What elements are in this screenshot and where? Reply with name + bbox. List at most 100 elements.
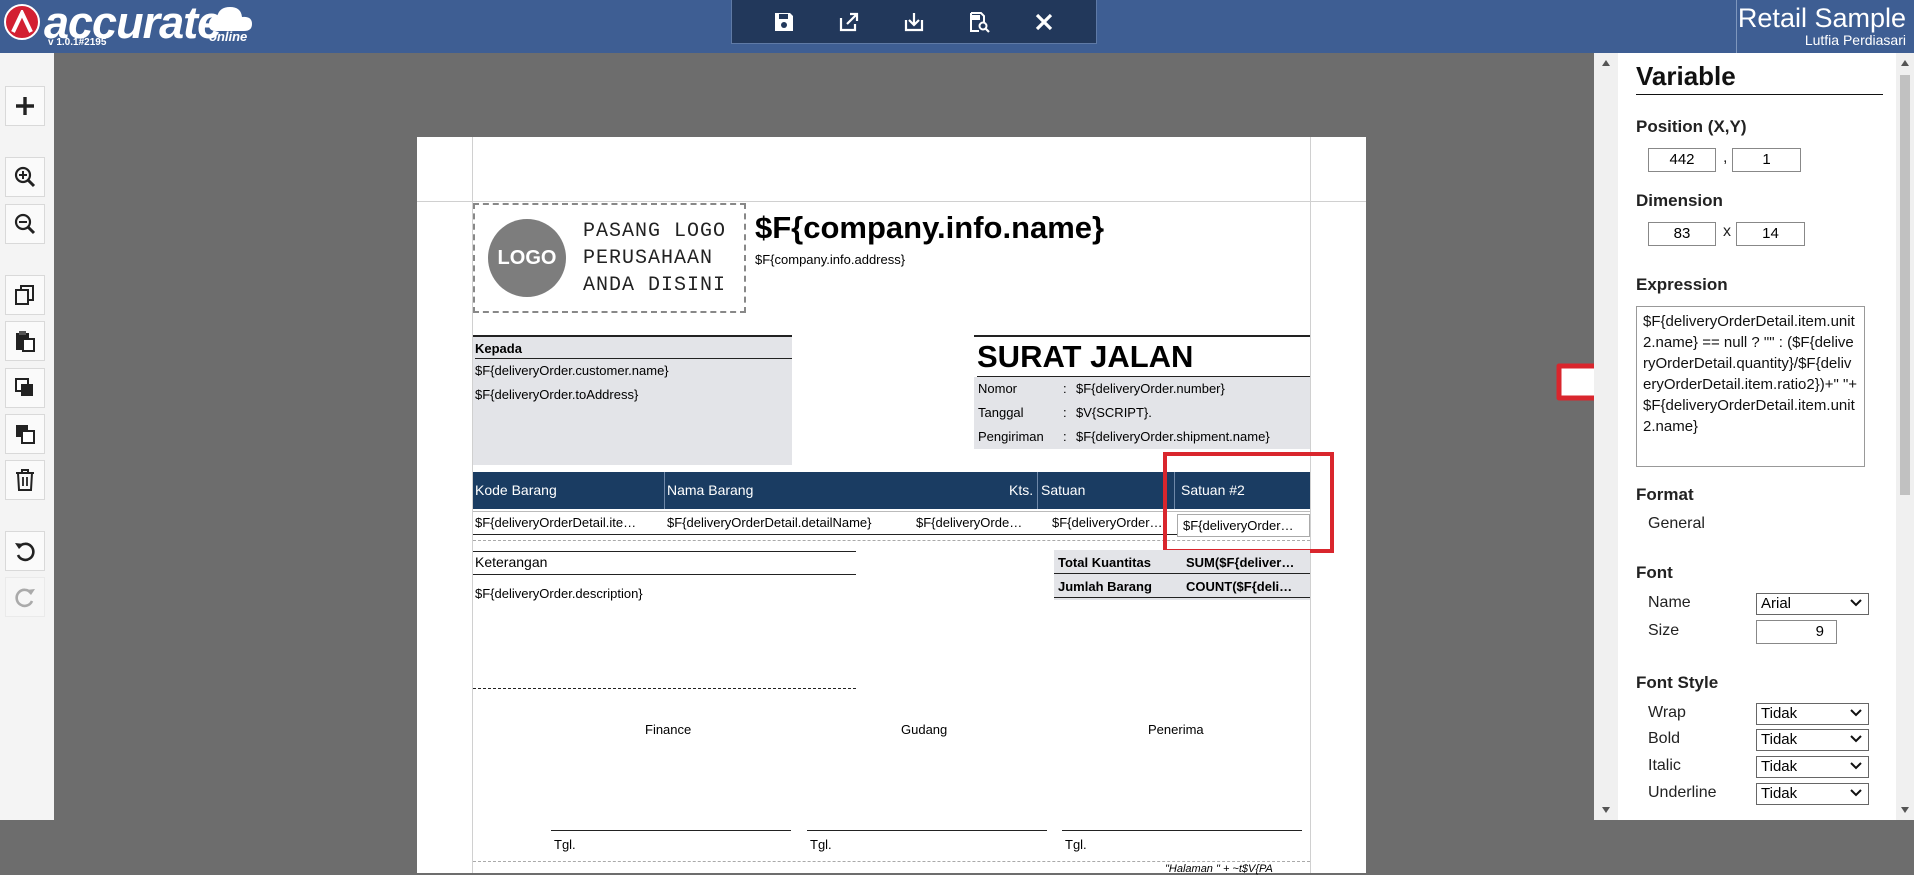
column-header[interactable]: Kode Barang bbox=[475, 482, 557, 498]
to-address-field[interactable]: $F{deliveryOrder.toAddress} bbox=[475, 387, 638, 402]
export-icon[interactable] bbox=[835, 8, 863, 36]
bold-select[interactable]: Tidak bbox=[1756, 729, 1869, 751]
keterangan-label[interactable]: Keterangan bbox=[473, 551, 856, 575]
table-cell[interactable]: $F{deliveryOrder… bbox=[1052, 515, 1174, 530]
margin-guide bbox=[417, 201, 1366, 202]
column-header[interactable]: Satuan bbox=[1041, 482, 1085, 498]
recipient-block: Kepada $F{deliveryOrder.customer.name} $… bbox=[473, 335, 792, 465]
panel-title: Variable bbox=[1636, 61, 1883, 95]
format-value[interactable]: General bbox=[1648, 515, 1705, 533]
column-header[interactable]: Kts. bbox=[1009, 482, 1033, 498]
report-page: LOGO PASANG LOGO PERUSAHAAN ANDA DISINI … bbox=[417, 137, 1366, 875]
highlight-box bbox=[1163, 452, 1334, 553]
underline-label: Underline bbox=[1648, 784, 1717, 801]
top-bar: accurate online v 1.0.1#2195 Retail Samp… bbox=[0, 0, 1914, 53]
info-panel: Nomor : $F{deliveryOrder.number} Tanggal… bbox=[974, 377, 1310, 449]
add-button[interactable] bbox=[5, 86, 45, 126]
undo-icon bbox=[15, 542, 35, 562]
close-icon[interactable] bbox=[1030, 8, 1058, 36]
delete-button[interactable] bbox=[5, 460, 45, 500]
page-footer-field[interactable]: "Halaman " + ~t$V{PA bbox=[1165, 863, 1273, 875]
canvas-scrollbar[interactable] bbox=[1594, 53, 1618, 820]
band-divider bbox=[473, 688, 856, 689]
italic-select[interactable]: Tidak bbox=[1756, 756, 1869, 778]
description-field[interactable]: $F{deliveryOrder.description} bbox=[475, 586, 643, 601]
signature-label[interactable]: Gudang bbox=[901, 722, 947, 737]
bring-front-icon bbox=[15, 378, 33, 396]
position-x-input[interactable]: 442 bbox=[1648, 148, 1716, 172]
preview-icon[interactable] bbox=[965, 8, 993, 36]
table-cell[interactable]: $F{deliveryOrderDetail.detailName} bbox=[667, 515, 907, 530]
column-header[interactable]: Nama Barang bbox=[667, 482, 753, 498]
signature-line bbox=[807, 830, 1047, 831]
paste-button[interactable] bbox=[5, 321, 45, 361]
version-label: v 1.0.1#2195 bbox=[48, 37, 107, 48]
undo-button[interactable] bbox=[5, 531, 45, 571]
italic-label: Italic bbox=[1648, 757, 1681, 774]
signature-line bbox=[551, 830, 791, 831]
font-style-label: Font Style bbox=[1636, 673, 1719, 692]
item-count-row[interactable]: Jumlah Barang COUNT($F{deli… bbox=[1054, 574, 1310, 598]
user-name: Lutfia Perdiasari bbox=[1804, 32, 1906, 48]
company-name-field[interactable]: $F{company.info.name} bbox=[755, 210, 1104, 246]
expression-textarea[interactable]: $F{deliveryOrderDetail.item.unit2.name} … bbox=[1636, 306, 1865, 467]
panel-scrollbar[interactable] bbox=[1896, 53, 1914, 820]
font-size-input[interactable]: 9 bbox=[1756, 620, 1837, 644]
font-label: Font bbox=[1636, 563, 1673, 582]
kepada-label[interactable]: Kepada bbox=[475, 341, 792, 359]
redo-icon bbox=[15, 588, 35, 608]
chevron-down-icon bbox=[1850, 762, 1862, 770]
copy-button[interactable] bbox=[5, 275, 45, 315]
customer-name-field[interactable]: $F{deliveryOrder.customer.name} bbox=[475, 363, 669, 378]
brand-suffix: online bbox=[209, 29, 248, 44]
scroll-down-icon[interactable] bbox=[1601, 806, 1611, 814]
company-info: Retail Sample Lutfia Perdiasari bbox=[1736, 0, 1914, 53]
scroll-up-icon[interactable] bbox=[1601, 59, 1611, 67]
wrap-select[interactable]: Tidak bbox=[1756, 703, 1869, 725]
scrollbar-thumb[interactable] bbox=[1900, 75, 1910, 495]
download-icon[interactable] bbox=[900, 8, 928, 36]
properties-panel: Variable Position (X,Y) 442 , 1 Dimensio… bbox=[1618, 53, 1896, 820]
save-icon[interactable] bbox=[770, 8, 798, 36]
totals-block: Total Kuantitas SUM($F{deliver… Jumlah B… bbox=[1054, 550, 1310, 600]
chevron-down-icon bbox=[1850, 735, 1862, 743]
bring-front-button[interactable] bbox=[5, 368, 45, 408]
logo-badge: LOGO bbox=[488, 219, 566, 297]
font-name-select[interactable]: Arial bbox=[1756, 593, 1869, 615]
table-cell[interactable]: $F{deliveryOrderDetail.ite… bbox=[475, 515, 655, 530]
date-label[interactable]: Tgl. bbox=[1065, 837, 1087, 852]
plus-icon bbox=[16, 97, 34, 115]
expression-label: Expression bbox=[1636, 275, 1728, 294]
trash-icon bbox=[16, 469, 34, 491]
dimension-separator: x bbox=[1723, 223, 1731, 240]
scroll-down-icon[interactable] bbox=[1900, 806, 1910, 814]
zoom-in-button[interactable] bbox=[5, 157, 45, 197]
underline-select[interactable]: Tidak bbox=[1756, 783, 1869, 805]
font-name-label: Name bbox=[1648, 594, 1691, 611]
height-input[interactable]: 14 bbox=[1736, 222, 1805, 246]
scroll-up-icon[interactable] bbox=[1900, 59, 1910, 67]
signature-label[interactable]: Finance bbox=[645, 722, 691, 737]
position-y-input[interactable]: 1 bbox=[1732, 148, 1801, 172]
chevron-down-icon bbox=[1850, 709, 1862, 717]
company-name: Retail Sample bbox=[1737, 3, 1906, 33]
table-cell[interactable]: $F{deliveryOrde… bbox=[916, 515, 1036, 530]
document-title[interactable]: SURAT JALAN bbox=[977, 339, 1310, 377]
copy-icon bbox=[15, 285, 34, 305]
date-label[interactable]: Tgl. bbox=[554, 837, 576, 852]
send-back-button[interactable] bbox=[5, 414, 45, 454]
main-toolbar bbox=[731, 0, 1097, 44]
logo-placeholder[interactable]: LOGO PASANG LOGO PERUSAHAAN ANDA DISINI bbox=[473, 203, 746, 313]
width-input[interactable]: 83 bbox=[1648, 222, 1716, 246]
zoom-out-button[interactable] bbox=[5, 204, 45, 244]
bold-label: Bold bbox=[1648, 730, 1681, 747]
total-qty-row[interactable]: Total Kuantitas SUM($F{deliver… bbox=[1054, 550, 1310, 574]
signature-label[interactable]: Penerima bbox=[1148, 722, 1204, 737]
font-size-label: Size bbox=[1648, 622, 1680, 639]
redo-button[interactable] bbox=[5, 577, 45, 617]
send-back-icon bbox=[16, 425, 35, 444]
chevron-down-icon bbox=[1850, 599, 1862, 607]
accurate-logo-icon bbox=[4, 4, 40, 40]
company-address-field[interactable]: $F{company.info.address} bbox=[755, 252, 905, 267]
date-label[interactable]: Tgl. bbox=[810, 837, 832, 852]
